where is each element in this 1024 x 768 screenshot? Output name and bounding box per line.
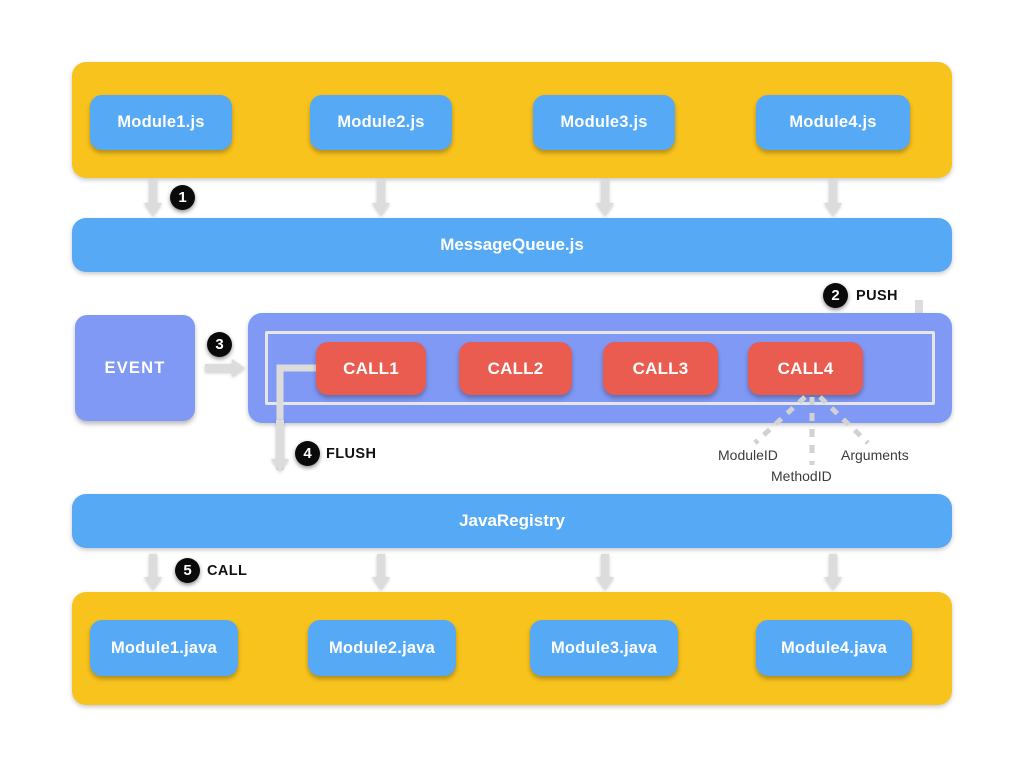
step-label-flush: FLUSH: [326, 446, 377, 462]
node-call3[interactable]: CALL3: [603, 342, 718, 395]
arrow-module4-to-queue-icon: [824, 180, 842, 216]
node-label: Module3.java: [550, 638, 658, 657]
node-module3-java[interactable]: Module3.java: [530, 620, 678, 676]
arrow-module2-to-queue-icon: [372, 180, 390, 216]
step-number: 5: [183, 562, 192, 579]
node-module2-js[interactable]: Module2.js: [310, 95, 452, 150]
node-label: Module2.js: [337, 113, 425, 131]
node-module4-js[interactable]: Module4.js: [756, 95, 910, 150]
node-label: MessageQueue.js: [440, 235, 584, 254]
node-module2-java[interactable]: Module2.java: [308, 620, 456, 676]
diagram-canvas: Module1.js Module2.js Module3.js Module4…: [0, 0, 1024, 768]
step-badge-2: 2: [823, 283, 848, 308]
node-label: CALL4: [777, 358, 834, 378]
step-number: 3: [215, 336, 224, 353]
node-label: Module2.java: [328, 638, 436, 657]
step-badge-1: 1: [170, 185, 195, 210]
arrow-module3-to-queue-icon: [596, 180, 614, 216]
node-label: EVENT: [104, 358, 166, 377]
arrow-registry-to-module2-icon: [372, 554, 390, 590]
arrow-registry-to-module4-icon: [824, 554, 842, 590]
arrow-flush-to-registry-icon: [271, 420, 289, 472]
callout-arguments: Arguments: [841, 447, 909, 463]
node-label: CALL2: [487, 358, 544, 378]
arrow-registry-to-module1-icon: [144, 554, 162, 590]
arrow-event-to-queue-icon: [205, 359, 245, 377]
step-badge-4: 4: [295, 441, 320, 466]
node-module3-js[interactable]: Module3.js: [533, 95, 675, 150]
step-number: 4: [303, 445, 312, 462]
node-call1[interactable]: CALL1: [316, 342, 426, 395]
node-module1-java[interactable]: Module1.java: [90, 620, 238, 676]
callout-method-id: MethodID: [771, 468, 832, 484]
node-java-registry[interactable]: JavaRegistry: [72, 494, 952, 548]
node-module4-java[interactable]: Module4.java: [756, 620, 912, 676]
node-label: JavaRegistry: [459, 511, 565, 530]
node-label: Module1.js: [117, 113, 205, 131]
node-label: CALL1: [343, 358, 399, 378]
step-number: 1: [178, 189, 187, 206]
callout-module-id: ModuleID: [718, 447, 778, 463]
node-label: Module4.js: [789, 113, 877, 131]
step-label-call: CALL: [207, 563, 248, 579]
step-label-push: PUSH: [856, 288, 898, 304]
node-module1-js[interactable]: Module1.js: [90, 95, 232, 150]
arrow-registry-to-module3-icon: [596, 554, 614, 590]
node-label: Module1.java: [110, 638, 218, 657]
step-number: 2: [831, 287, 840, 304]
step-badge-5: 5: [175, 558, 200, 583]
node-label: Module4.java: [780, 638, 888, 657]
step-badge-3: 3: [207, 332, 232, 357]
node-message-queue-js[interactable]: MessageQueue.js: [72, 218, 952, 272]
node-label: Module3.js: [560, 113, 648, 131]
node-event[interactable]: EVENT: [75, 315, 195, 421]
arrow-module1-to-queue-icon: [144, 180, 162, 216]
node-label: CALL3: [632, 358, 689, 378]
node-call2[interactable]: CALL2: [459, 342, 572, 395]
node-call4[interactable]: CALL4: [748, 342, 863, 395]
